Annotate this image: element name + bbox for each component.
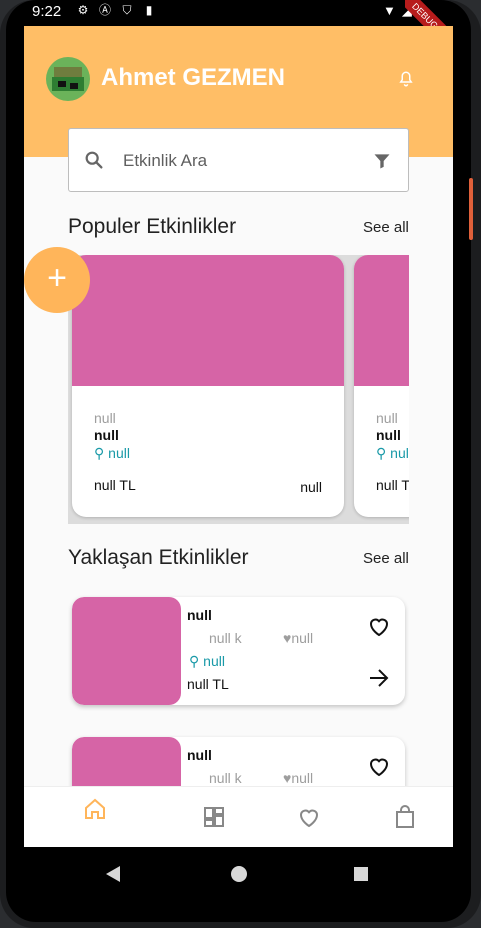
event-image [354,255,409,386]
popular-see-all-link[interactable]: See all [363,219,409,236]
event-distance: null k [209,630,242,646]
event-likes: ♥null [283,630,313,646]
username: Ahmet GEZMEN [101,64,286,91]
status-bar: 9:22 ⚙ Ⓐ ⛉ ▮ ▼ ◢ ▮ [24,0,453,26]
event-price: null TL [94,477,136,493]
status-time: 9:22 [32,3,62,20]
home-icon[interactable] [83,797,107,821]
upcoming-see-all-link[interactable]: See all [363,550,409,567]
filter-icon[interactable] [372,151,392,171]
event-likes-count: null [291,770,314,786]
home-button-icon[interactable] [231,866,247,882]
shopping-bag-icon[interactable] [393,805,417,829]
avatar[interactable] [46,57,90,101]
event-location-text: null [108,445,130,461]
add-event-button[interactable]: + [24,247,90,313]
heart-icon[interactable] [297,805,321,829]
event-distance: null k [209,770,242,786]
event-location-text: null [390,445,409,461]
recent-apps-icon[interactable] [354,867,368,881]
location-pin-icon: ⚲ [376,445,387,461]
event-name: null [376,427,401,443]
upcoming-card[interactable]: null null k ♥null ⚲ null null TL [72,597,405,705]
search-input[interactable] [121,143,365,179]
event-location: ⚲ null [189,653,225,670]
favorite-heart-icon[interactable] [367,755,391,777]
location-pin-icon: ⚲ [189,653,200,669]
event-price: null TL [187,676,229,692]
location-pin-icon: ⚲ [94,445,105,461]
a-icon: Ⓐ [98,3,111,17]
bottom-navigation [24,786,453,847]
shield-icon: ⛉ [122,3,132,17]
back-icon[interactable] [106,866,120,882]
event-name: null [187,747,212,763]
popular-title: Populer Etkinlikler [68,215,237,238]
event-category: null [94,410,116,426]
event-name: null [94,427,119,443]
event-name: null [187,607,212,623]
bell-icon[interactable] [397,70,415,88]
wifi-icon: ▼ [382,3,396,18]
popular-card[interactable]: null null ⚲ null null TL [354,255,409,517]
search-bar [68,128,409,192]
event-date: null [300,479,322,495]
popular-card[interactable]: null null ⚲ null null TL null [72,255,344,517]
event-image [72,255,344,386]
app-screen: Ahmet GEZMEN Populer Etkinlikler See all… [24,26,453,847]
sd-card-icon: ▮ [145,3,153,17]
event-location: ⚲ null [376,445,409,462]
system-navigation-bar [24,847,453,900]
event-price: null TL [376,477,409,493]
dashboard-icon[interactable] [202,805,226,829]
favorite-heart-icon[interactable] [367,615,391,637]
event-location: ⚲ null [94,445,130,462]
event-location-text: null [203,653,225,669]
power-button [469,178,473,240]
event-category: null [376,410,398,426]
event-likes: ♥null [283,770,313,786]
status-notification-icons: ⚙ Ⓐ ⛉ ▮ [76,3,156,17]
arrow-right-icon[interactable] [369,669,389,687]
popular-carousel[interactable]: null null ⚲ null null TL null null null … [68,255,409,524]
search-icon [85,151,103,169]
upcoming-title: Yaklaşan Etkinlikler [68,546,249,569]
event-likes-count: null [291,630,314,646]
event-image [72,597,181,705]
settings-icon: ⚙ [77,3,89,17]
